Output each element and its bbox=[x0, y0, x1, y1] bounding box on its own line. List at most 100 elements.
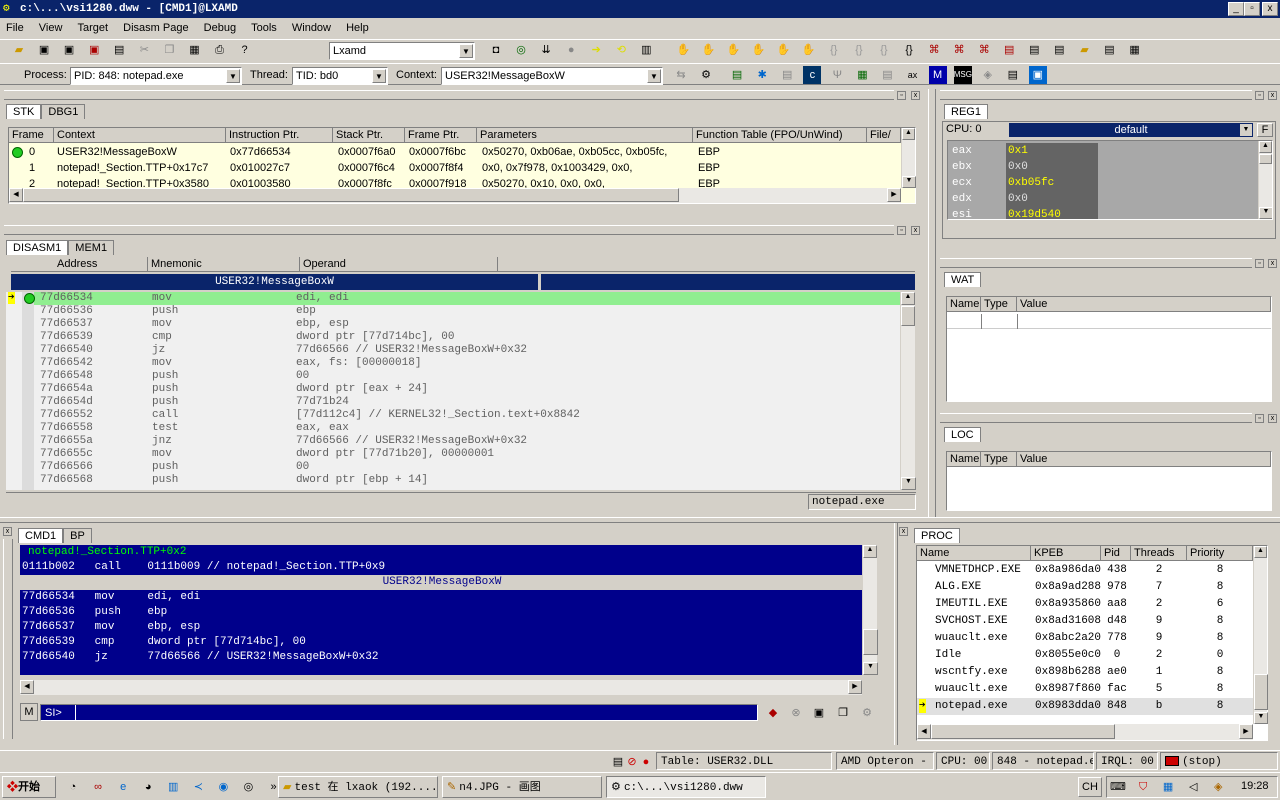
breakpoint-icon[interactable] bbox=[24, 293, 35, 304]
table-row[interactable]: 1 notepad!_Section.TTP+0x17c7 0x010027c7… bbox=[9, 162, 901, 175]
scroll-up-icon[interactable]: ▲ bbox=[902, 128, 915, 140]
shield-icon[interactable]: ⛉ bbox=[1134, 778, 1152, 796]
close-icon[interactable]: x bbox=[3, 527, 12, 536]
scroll-right-icon[interactable]: ▶ bbox=[887, 188, 901, 202]
grid-icon[interactable]: ▦ bbox=[1126, 41, 1144, 59]
start-button[interactable]: ❖开始 bbox=[2, 776, 56, 798]
ax-icon[interactable]: ax bbox=[904, 66, 922, 84]
m-icon[interactable]: M bbox=[928, 66, 947, 84]
hand-icon[interactable]: ✋ bbox=[725, 41, 743, 59]
tab-stk[interactable]: STK bbox=[6, 104, 42, 119]
restore-icon[interactable]: ▫ bbox=[1255, 91, 1264, 100]
edit-icon[interactable]: ▤ bbox=[1101, 41, 1119, 59]
disasm-line[interactable]: 77d66568 push dword ptr [ebp + 14] bbox=[34, 474, 900, 487]
panel-gripper[interactable] bbox=[940, 90, 1252, 100]
menu-tools[interactable]: Tools bbox=[245, 18, 283, 38]
copy-output-icon[interactable]: ❐ bbox=[834, 704, 852, 722]
context-icon[interactable]: ⚙ bbox=[697, 66, 715, 84]
vertical-scrollbar[interactable]: ▲ ▼ bbox=[901, 128, 916, 188]
menu-file[interactable]: File bbox=[0, 18, 30, 38]
register-value[interactable]: 0x0 bbox=[1006, 191, 1098, 207]
registers-icon[interactable]: ▤ bbox=[728, 66, 746, 84]
paste-icon[interactable]: ▦ bbox=[185, 41, 203, 59]
col-parameters[interactable]: Parameters bbox=[477, 128, 693, 143]
col-name[interactable]: Name bbox=[947, 297, 981, 312]
back-icon[interactable]: ⇆ bbox=[672, 66, 690, 84]
restart-icon[interactable]: ⟲ bbox=[612, 41, 630, 59]
chevron-down-icon[interactable]: ▼ bbox=[372, 69, 386, 83]
scroll-thumb[interactable] bbox=[1254, 674, 1268, 710]
col-function-table[interactable]: Function Table (FPO/UnWind) bbox=[693, 128, 867, 143]
taskbar-task[interactable]: ✎ n4.JPG - 画图 bbox=[442, 776, 602, 798]
register-profile-combo[interactable]: default ▼ bbox=[1009, 123, 1253, 137]
disasm-line[interactable]: ➔ 77d66534 mov edi, edi bbox=[8, 292, 900, 305]
scroll-thumb[interactable] bbox=[901, 306, 915, 326]
bookmark-icon[interactable]: ◆ bbox=[764, 704, 782, 722]
step-icon[interactable]: ⇊ bbox=[537, 41, 555, 59]
security-icon[interactable]: ◈ bbox=[1209, 778, 1227, 796]
threads-icon[interactable]: Ψ bbox=[828, 66, 846, 84]
clear-icon[interactable]: ⊗ bbox=[787, 704, 805, 722]
memory-icon[interactable]: ▦ bbox=[853, 66, 871, 84]
table-row[interactable]: 0 USER32!MessageBoxW 0x77d66534 0x0007f6… bbox=[9, 146, 901, 159]
view-icon[interactable]: ▥ bbox=[637, 41, 655, 59]
close-icon[interactable]: x bbox=[1268, 91, 1277, 100]
table-row[interactable]: IMEUTIL.EXE 0x8a935860 aa8 2 6 bbox=[917, 596, 1253, 613]
scroll-down-icon[interactable]: ▼ bbox=[902, 176, 916, 188]
table-row[interactable]: 2 notepad!_Section.TTP+0x3580 0x01003580… bbox=[9, 178, 901, 188]
tab-disasm1[interactable]: DISASM1 bbox=[6, 240, 69, 255]
save-icon[interactable]: ▣ bbox=[35, 41, 53, 59]
table-row[interactable]: SVCHOST.EXE 0x8ad31608 d48 9 8 bbox=[917, 613, 1253, 630]
thread-combo[interactable]: TID: bd0 ▼ bbox=[292, 67, 388, 85]
browser-icon[interactable]: ◉ bbox=[214, 778, 232, 796]
vertical-scrollbar[interactable]: ▲ ▼ bbox=[1258, 141, 1272, 219]
display-icon[interactable]: ▣ bbox=[1028, 66, 1047, 84]
col-address[interactable]: Address bbox=[11, 257, 148, 272]
save-all-icon[interactable]: ▣ bbox=[60, 41, 78, 59]
table-row[interactable]: ALG.EXE 0x8a9ad288 978 7 8 bbox=[917, 579, 1253, 596]
disasm-line[interactable]: 77d66537 mov ebp, esp bbox=[34, 318, 900, 331]
vertical-scrollbar[interactable]: ▲ ▼ bbox=[1253, 546, 1268, 724]
col-instruction-ptr[interactable]: Instruction Ptr. bbox=[226, 128, 333, 143]
hand-icon[interactable]: ✋ bbox=[750, 41, 768, 59]
locals-icon[interactable]: ▤ bbox=[778, 66, 796, 84]
volume-icon[interactable]: ◁ bbox=[1184, 778, 1202, 796]
chevron-down-icon[interactable]: ▼ bbox=[459, 44, 473, 58]
col-stack-ptr[interactable]: Stack Ptr. bbox=[333, 128, 405, 143]
col-mnemonic[interactable]: Mnemonic bbox=[148, 257, 300, 272]
chevron-down-icon[interactable]: ▼ bbox=[1240, 124, 1252, 136]
open-icon[interactable]: ▰ bbox=[10, 41, 28, 59]
scroll-down-icon[interactable]: ▼ bbox=[863, 662, 878, 675]
watch-icon[interactable]: ✱ bbox=[753, 66, 771, 84]
table-row[interactable]: wuauclt.exe 0x8abc2a20 778 9 8 bbox=[917, 630, 1253, 647]
tag-icon[interactable]: ◈ bbox=[979, 66, 997, 84]
command-input[interactable]: SI> bbox=[40, 704, 758, 721]
console-icon[interactable]: c bbox=[803, 66, 822, 84]
scroll-down-icon[interactable]: ▼ bbox=[1254, 712, 1268, 724]
copy-icon[interactable]: ❐ bbox=[160, 41, 178, 59]
panel-gripper[interactable] bbox=[4, 90, 894, 100]
search-icon[interactable]: ◎ bbox=[512, 41, 530, 59]
hand-icon[interactable]: ✋ bbox=[800, 41, 818, 59]
disasm-line[interactable]: 77d66539 cmp dword ptr [77d714bc], 00 bbox=[34, 331, 900, 344]
tab-cmd1[interactable]: CMD1 bbox=[18, 528, 64, 543]
col-value[interactable]: Value bbox=[1017, 452, 1271, 467]
tab-reg1[interactable]: REG1 bbox=[944, 104, 988, 119]
scroll-up-icon[interactable]: ▲ bbox=[1254, 546, 1267, 558]
restore-icon[interactable]: ▫ bbox=[1255, 259, 1264, 268]
disasm-line[interactable]: 77d66566 push 00 bbox=[34, 461, 900, 474]
disasm-line[interactable]: 77d6655c mov dword ptr [77d71b20], 0000000… bbox=[34, 448, 900, 461]
settings-icon[interactable]: ⚙ bbox=[858, 704, 876, 722]
help-icon[interactable]: ? bbox=[236, 41, 254, 59]
close-icon[interactable]: x bbox=[1268, 414, 1277, 423]
scroll-left-icon[interactable]: ◀ bbox=[917, 724, 931, 739]
window-icon[interactable]: ▤ bbox=[1050, 41, 1068, 59]
hand-icon[interactable]: ✋ bbox=[674, 41, 692, 59]
col-frame[interactable]: Frame bbox=[9, 128, 54, 143]
close-icon[interactable]: x bbox=[911, 226, 920, 235]
register-value[interactable]: 0x19d540 bbox=[1006, 207, 1098, 219]
step-over-icon[interactable]: {} bbox=[850, 41, 868, 59]
vertical-splitter[interactable] bbox=[928, 89, 936, 517]
close-icon[interactable]: x bbox=[1268, 259, 1277, 268]
language-indicator[interactable]: CH bbox=[1078, 777, 1102, 797]
